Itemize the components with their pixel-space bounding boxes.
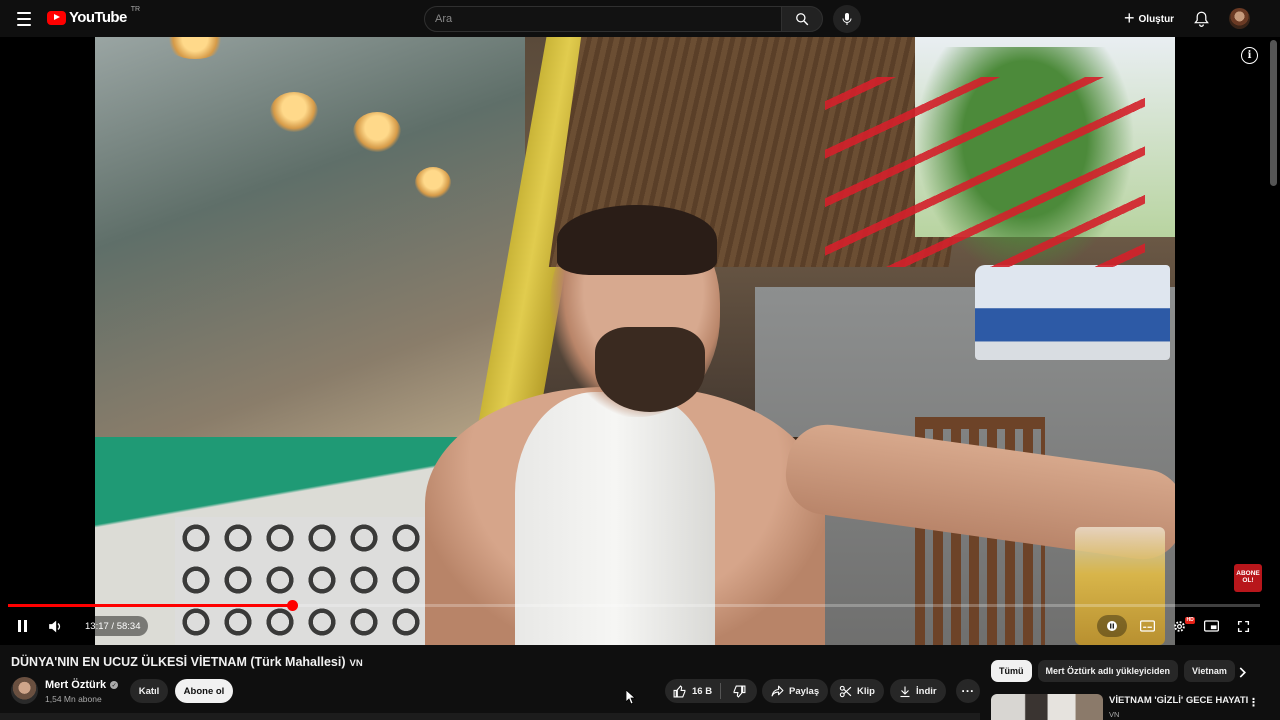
hd-badge: HD <box>1185 617 1196 624</box>
volume-button[interactable] <box>44 614 66 638</box>
video-player[interactable]: i ABONE OL! 13:17 / 58:34 HD <box>0 37 1280 645</box>
thumbs-up-icon <box>673 684 686 697</box>
info-icon[interactable]: i <box>1241 47 1258 64</box>
plus-icon: + <box>1124 8 1135 28</box>
hanging-lamp <box>415 167 451 199</box>
like-dislike-group: 16 B <box>665 679 757 703</box>
recommendation-title[interactable]: VİETNAM 'GİZLİ' GECE HAYATI <box>1109 695 1248 706</box>
person-beard <box>595 327 705 412</box>
bus <box>975 265 1170 360</box>
pause-button[interactable] <box>12 614 32 638</box>
verified-icon: ✓ <box>110 681 119 689</box>
video-frame[interactable] <box>95 37 1175 645</box>
youtube-play-icon <box>47 10 66 25</box>
clip-button[interactable]: Klip <box>830 679 884 703</box>
share-button[interactable]: Paylaş <box>762 679 829 703</box>
thumbs-down-icon <box>733 685 745 698</box>
hanging-lamp <box>353 112 401 152</box>
miniplayer-icon <box>1203 620 1219 632</box>
time-total: 58:34 <box>116 620 141 632</box>
share-label: Paylaş <box>789 685 820 697</box>
search-button[interactable] <box>781 6 823 32</box>
time-current: 13:17 <box>85 620 109 632</box>
recommendation-channel: VN <box>1109 710 1120 719</box>
logo-text: YouTube <box>69 9 127 26</box>
time-display: 13:17 / 58:34 <box>77 616 149 636</box>
video-title-text: DÜNYA'NIN EN UCUZ ÜLKESİ VİETNAM (Türk M… <box>11 655 346 669</box>
hanging-lamp <box>270 92 318 132</box>
video-title: DÜNYA'NIN EN UCUZ ÜLKESİ VİETNAM (Türk M… <box>11 655 363 669</box>
account-avatar[interactable] <box>1229 8 1250 29</box>
youtube-logo[interactable]: YouTube TR <box>47 6 141 26</box>
bell-icon <box>1193 11 1209 27</box>
recommendation-more-button[interactable]: ⋮ <box>1246 694 1262 710</box>
chip-vietnam[interactable]: Vietnam <box>1184 660 1235 682</box>
chip-from-uploader[interactable]: Mert Öztürk adlı yükleyiciden <box>1037 660 1179 682</box>
download-icon <box>900 686 910 697</box>
create-label: Oluştur <box>1138 13 1175 25</box>
search-input[interactable] <box>424 6 782 32</box>
top-bar: YouTube TR + Oluştur <box>0 0 1280 37</box>
miniplayer-button[interactable] <box>1201 614 1221 638</box>
mic-icon <box>842 13 852 25</box>
menu-icon[interactable] <box>12 8 36 30</box>
watermark-line-2: OL! <box>1242 577 1254 584</box>
subscriber-count: 1,54 Mn abone <box>45 694 102 704</box>
progress-bar[interactable] <box>8 600 1260 611</box>
subtitles-button[interactable] <box>1137 614 1157 638</box>
download-button[interactable]: İndir <box>890 679 946 703</box>
more-actions-button[interactable]: ... <box>956 679 980 703</box>
time-separator: / <box>108 620 117 632</box>
fullscreen-button[interactable] <box>1233 614 1253 638</box>
mouse-cursor-icon <box>626 690 636 705</box>
subtitles-icon <box>1139 620 1155 632</box>
chevron-right-icon <box>1239 666 1247 678</box>
autoplay-pause-icon <box>1107 621 1117 631</box>
search-icon <box>796 13 809 26</box>
join-button[interactable]: Katıl <box>130 679 168 703</box>
filter-chips: Tümü Mert Öztürk adlı yükleyiciden Vietn… <box>991 660 1236 682</box>
progress-played <box>8 604 293 607</box>
page-scrollbar[interactable] <box>1270 40 1277 186</box>
white-tank-top <box>515 392 715 645</box>
flag-garland <box>825 77 1145 267</box>
description-box-edge <box>0 713 980 720</box>
country-code: TR <box>130 6 141 13</box>
subscribe-watermark[interactable]: ABONE OL! <box>1234 564 1262 592</box>
video-title-tag: VN <box>349 658 363 669</box>
pause-icon <box>17 620 27 632</box>
notifications-button[interactable] <box>1190 8 1212 30</box>
clip-label: Klip <box>857 685 875 697</box>
channel-avatar[interactable] <box>11 677 38 704</box>
voice-search-button[interactable] <box>833 5 861 33</box>
fullscreen-icon <box>1237 620 1249 632</box>
recommendation-thumbnail[interactable] <box>991 694 1103 720</box>
scissors-icon <box>839 685 852 697</box>
channel-name[interactable]: Mert Öztürk ✓ <box>45 679 119 691</box>
like-count: 16 B <box>692 685 713 697</box>
chips-next-button[interactable] <box>1233 662 1253 682</box>
create-button[interactable]: + Oluştur <box>1116 6 1182 32</box>
person-hair <box>557 205 717 275</box>
autoplay-toggle[interactable] <box>1097 615 1127 637</box>
subscribe-button[interactable]: Abone ol <box>175 679 233 703</box>
dislike-button[interactable] <box>721 679 757 703</box>
download-label: İndir <box>916 685 937 697</box>
chip-all[interactable]: Tümü <box>991 660 1032 682</box>
volume-icon <box>49 620 61 632</box>
share-icon <box>771 685 784 697</box>
like-button[interactable]: 16 B <box>665 679 712 703</box>
channel-name-text: Mert Öztürk <box>45 679 107 691</box>
